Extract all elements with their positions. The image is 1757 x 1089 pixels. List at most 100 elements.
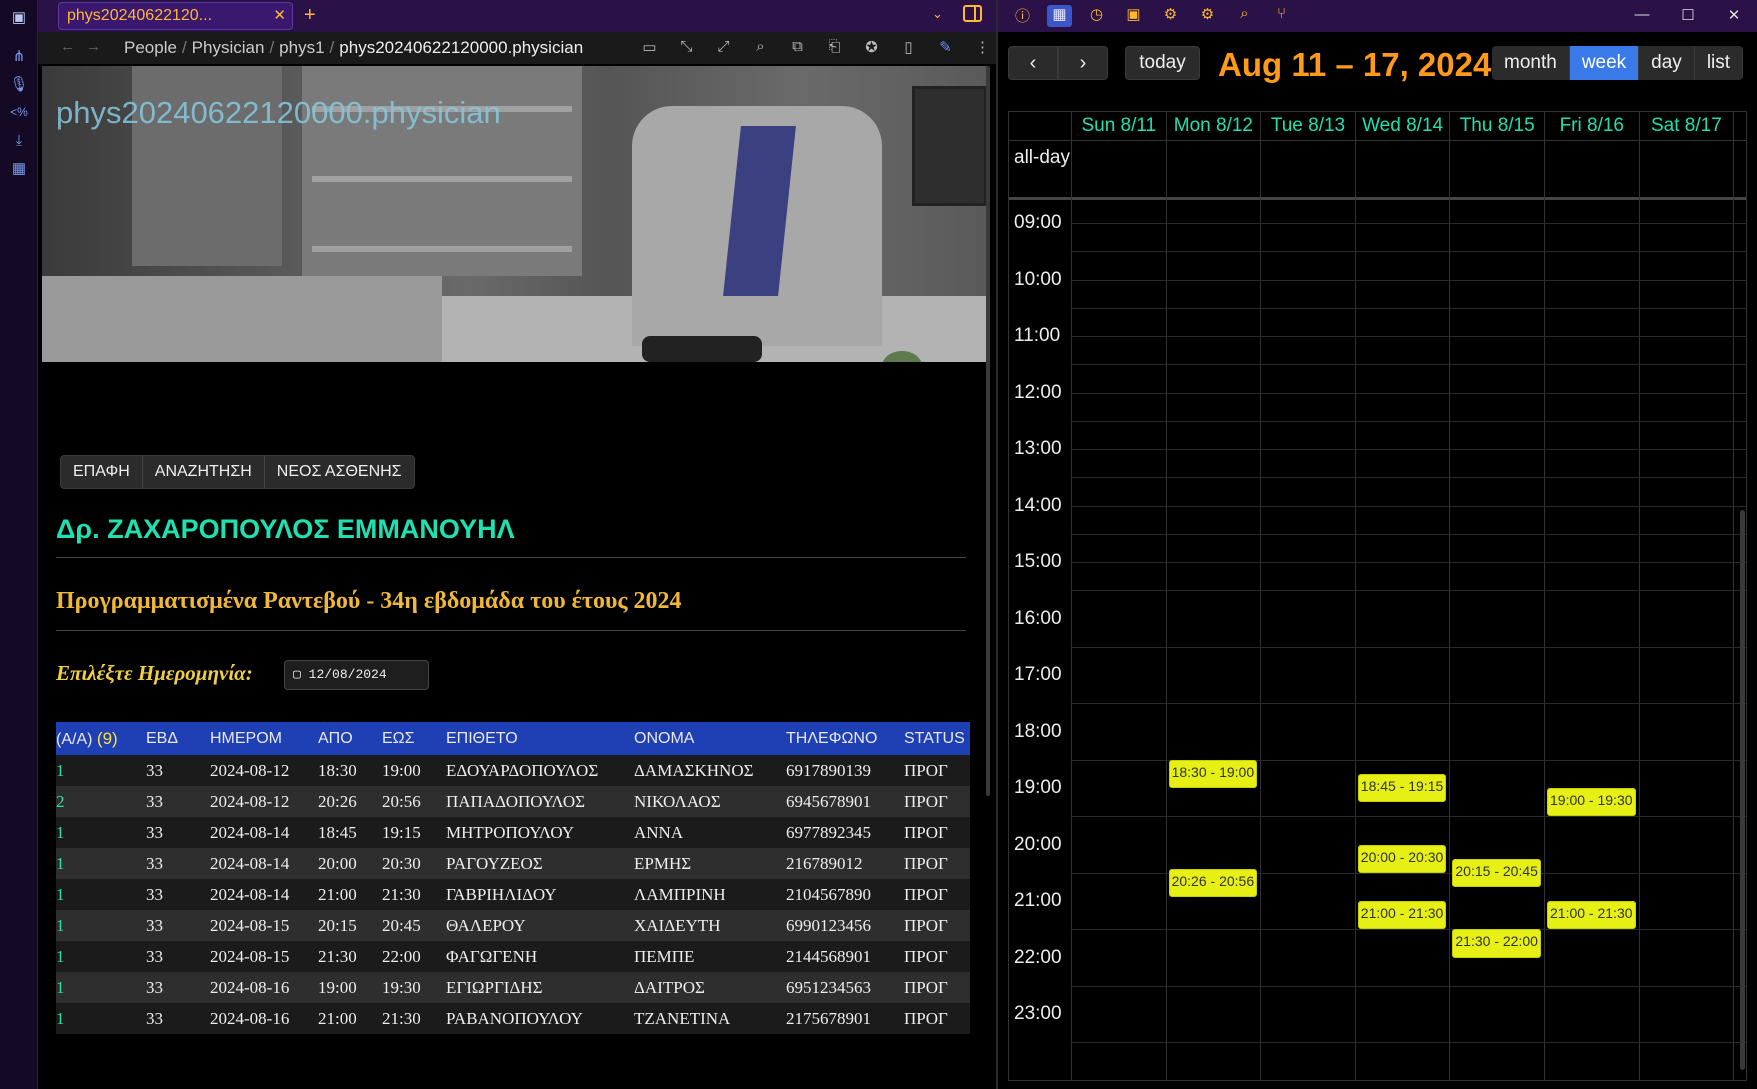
file-icon[interactable]: ▯ bbox=[897, 38, 920, 56]
close-icon[interactable]: ✕ bbox=[273, 6, 286, 24]
minimize-icon[interactable]: — bbox=[1619, 6, 1665, 24]
table-row[interactable]: 1 33 2024-08-15 20:15 20:45 ΘΑΛΕΡΟΥ ΧΑΙΔΕΥΤΗ 69… bbox=[56, 910, 970, 941]
badge-icon[interactable]: ✪ bbox=[860, 38, 883, 56]
view-list-button[interactable]: list bbox=[1694, 46, 1744, 80]
bookmark-icon[interactable]: ⎗ bbox=[823, 38, 846, 56]
table-cell: 1 bbox=[56, 972, 146, 1003]
table-row[interactable]: 2 33 2024-08-12 20:26 20:56 ΠΑΠΑΔΟΠΟΥΛΟΣ ΝΙΚΟΛ… bbox=[56, 786, 970, 817]
table-cell: 20:15 bbox=[318, 910, 382, 941]
copy-icon[interactable]: ⧉ bbox=[786, 38, 809, 56]
table-cell: 33 bbox=[146, 755, 210, 786]
day-header[interactable]: Sat 8/17 bbox=[1638, 112, 1734, 141]
breadcrumb-item[interactable]: People bbox=[124, 38, 177, 57]
day-header[interactable]: Thu 8/15 bbox=[1449, 112, 1544, 141]
view-day-button[interactable]: day bbox=[1639, 46, 1695, 80]
calendar-event[interactable]: 19:00 - 19:30 bbox=[1547, 788, 1636, 817]
next-week-button[interactable]: › bbox=[1058, 46, 1108, 80]
search-button[interactable]: ΑΝΑΖΗΤΗΣΗ bbox=[143, 456, 265, 488]
calendar-event[interactable]: 21:30 - 22:00 bbox=[1452, 929, 1541, 958]
graph-icon[interactable]: ⋔ bbox=[0, 42, 38, 70]
breadcrumb-item[interactable]: phys1 bbox=[279, 38, 324, 57]
cast-icon[interactable]: ▭ bbox=[638, 38, 661, 56]
column-header[interactable]: STATUS bbox=[904, 722, 970, 755]
maximize-icon[interactable]: ☐ bbox=[1665, 6, 1711, 24]
time-slot-line bbox=[1071, 1042, 1746, 1044]
calendar-scrollbar[interactable] bbox=[1740, 510, 1745, 1070]
column-header[interactable]: ΗΜΕΡΟΜ bbox=[210, 722, 318, 755]
plugin-icon[interactable]: ⚙ bbox=[1158, 5, 1183, 27]
more-options-icon[interactable]: ⋮ bbox=[971, 38, 994, 56]
info-icon[interactable]: ⓘ bbox=[1010, 5, 1035, 27]
view-week-button[interactable]: week bbox=[1569, 46, 1640, 80]
chevron-down-icon[interactable]: ⌄ bbox=[932, 6, 943, 22]
calendar-event[interactable]: 20:00 - 20:30 bbox=[1357, 844, 1447, 873]
column-divider bbox=[1449, 112, 1451, 1080]
search-icon[interactable]: ⌕ bbox=[749, 38, 772, 56]
day-header[interactable]: Tue 8/13 bbox=[1260, 112, 1355, 141]
expand-icon[interactable]: ⤢ bbox=[712, 38, 735, 56]
view-actions: ▭ ⤡ ⤢ ⌕ ⧉ ⎗ ✪ ▯ ✎ ⋮ bbox=[638, 38, 994, 56]
banner-image: phys20240622120000.physician bbox=[42, 66, 987, 362]
new-tab-icon[interactable]: + bbox=[304, 4, 316, 27]
day-header[interactable]: Wed 8/14 bbox=[1354, 112, 1450, 141]
calendar-icon[interactable]: ▦ bbox=[0, 154, 38, 182]
tab-note[interactable]: phys20240622120... ✕ bbox=[58, 2, 293, 30]
back-arrow-icon[interactable]: ← bbox=[60, 38, 75, 55]
column-header[interactable]: ΕΠΙΘΕΤΟ bbox=[446, 722, 634, 755]
calendar-event[interactable]: 20:26 - 20:56 bbox=[1168, 868, 1258, 898]
search-icon[interactable]: ⌕ bbox=[1232, 5, 1257, 27]
column-header[interactable]: ΟΝΟΜΑ bbox=[634, 722, 786, 755]
day-header[interactable]: Sun 8/11 bbox=[1071, 112, 1166, 141]
calendar-check-icon[interactable]: ▣ bbox=[1121, 5, 1146, 27]
plugin-alt-icon[interactable]: ⚙ bbox=[1195, 5, 1220, 27]
clock-icon[interactable]: ◷ bbox=[1084, 5, 1109, 27]
calendar-event[interactable]: 18:45 - 19:15 bbox=[1357, 773, 1447, 803]
new-patient-button[interactable]: ΝΕΟΣ ΑΣΘΕΝΗΣ bbox=[265, 456, 414, 488]
download-icon[interactable]: ⤓ bbox=[0, 126, 38, 154]
view-month-button[interactable]: month bbox=[1492, 46, 1570, 80]
toggle-right-sidebar-icon[interactable] bbox=[963, 5, 982, 22]
day-header[interactable]: Fri 8/16 bbox=[1544, 112, 1639, 141]
forward-arrow-icon[interactable]: → bbox=[86, 38, 101, 55]
today-button[interactable]: today bbox=[1125, 46, 1200, 80]
breadcrumb-item[interactable]: Physician bbox=[192, 38, 265, 57]
table-cell: 18:30 bbox=[318, 755, 382, 786]
table-row[interactable]: 1 33 2024-08-12 18:30 19:00 ΕΔΟΥΑΡΔΟΠΟΥΛΟΣ ΔΑΜ… bbox=[56, 755, 970, 786]
pane-divider[interactable] bbox=[996, 0, 998, 1089]
date-picker-input[interactable]: ▢ 12/08/2024 bbox=[284, 660, 429, 690]
table-row[interactable]: 1 33 2024-08-14 20:00 20:30 ΡΑΓΟΥΖΕΟΣ ΕΡΜΗΣ 216… bbox=[56, 848, 970, 879]
hour-label: 19:00 bbox=[1014, 777, 1062, 798]
table-row[interactable]: 1 33 2024-08-14 21:00 21:30 ΓΑΒΡΙΗΛΙΔΟΥ ΛΑΜΠΡΙ… bbox=[56, 879, 970, 910]
prev-week-button[interactable]: ‹ bbox=[1008, 46, 1058, 80]
contact-button[interactable]: ΕΠΑΦΗ bbox=[61, 456, 143, 488]
calendar-icon[interactable]: ▦ bbox=[1047, 5, 1072, 27]
column-header[interactable]: ΕΩΣ bbox=[382, 722, 446, 755]
left-scrollbar[interactable] bbox=[986, 66, 990, 796]
column-header[interactable]: ΕΒΔ bbox=[146, 722, 210, 755]
hour-label: 15:00 bbox=[1014, 551, 1062, 572]
collapse-icon[interactable]: ⤡ bbox=[675, 38, 698, 56]
close-window-icon[interactable]: ✕ bbox=[1711, 6, 1757, 24]
divider bbox=[56, 557, 966, 558]
table-row[interactable]: 1 33 2024-08-15 21:30 22:00 ΦΑΓΩΓΕΝΗ ΠΕΜΠΕ 2144… bbox=[56, 941, 970, 972]
table-row[interactable]: 1 33 2024-08-14 18:45 19:15 ΜΗΤΡΟΠΟΥΛΟΥ ΑΝΝΑ 69… bbox=[56, 817, 970, 848]
day-header[interactable]: Mon 8/12 bbox=[1165, 112, 1261, 141]
template-icon[interactable]: <% bbox=[0, 98, 38, 126]
table-row[interactable]: 1 33 2024-08-16 21:00 21:30 ΡΑΒΑΝΟΠΟΥΛΟΥ ΤΖΑΝΕ… bbox=[56, 1003, 970, 1034]
column-header[interactable]: ΑΠΟ bbox=[318, 722, 382, 755]
breadcrumb-current[interactable]: phys20240622120000.physician bbox=[339, 38, 583, 57]
table-cell: 2024-08-15 bbox=[210, 910, 318, 941]
table-row[interactable]: 1 33 2024-08-16 19:00 19:30 ΕΓΙΩΡΓΙΔΗΣ ΔΑΙΤΡΟΣ… bbox=[56, 972, 970, 1003]
calendar-event[interactable]: 21:00 - 21:30 bbox=[1547, 901, 1636, 930]
sidebar-toggle-icon[interactable]: ▣ bbox=[0, 0, 38, 34]
column-header[interactable]: ΤΗΛΕΦΩΝΟ bbox=[786, 722, 904, 755]
calendar-event[interactable]: 20:15 - 20:45 bbox=[1452, 858, 1541, 887]
edit-pencil-icon[interactable]: ✎ bbox=[934, 38, 957, 56]
calendar-event[interactable]: 21:00 - 21:30 bbox=[1357, 901, 1447, 930]
git-branch-icon[interactable]: ⑂ bbox=[1269, 5, 1294, 27]
column-divider bbox=[1165, 112, 1167, 1080]
calendar-event[interactable]: 18:30 - 19:00 bbox=[1168, 759, 1258, 788]
column-header[interactable]: (Α/Α) (9) bbox=[56, 722, 146, 755]
microphone-icon[interactable]: 🎙︎ bbox=[0, 70, 38, 98]
tab-bar: phys20240622120... ✕ + ⌄ bbox=[38, 0, 997, 32]
